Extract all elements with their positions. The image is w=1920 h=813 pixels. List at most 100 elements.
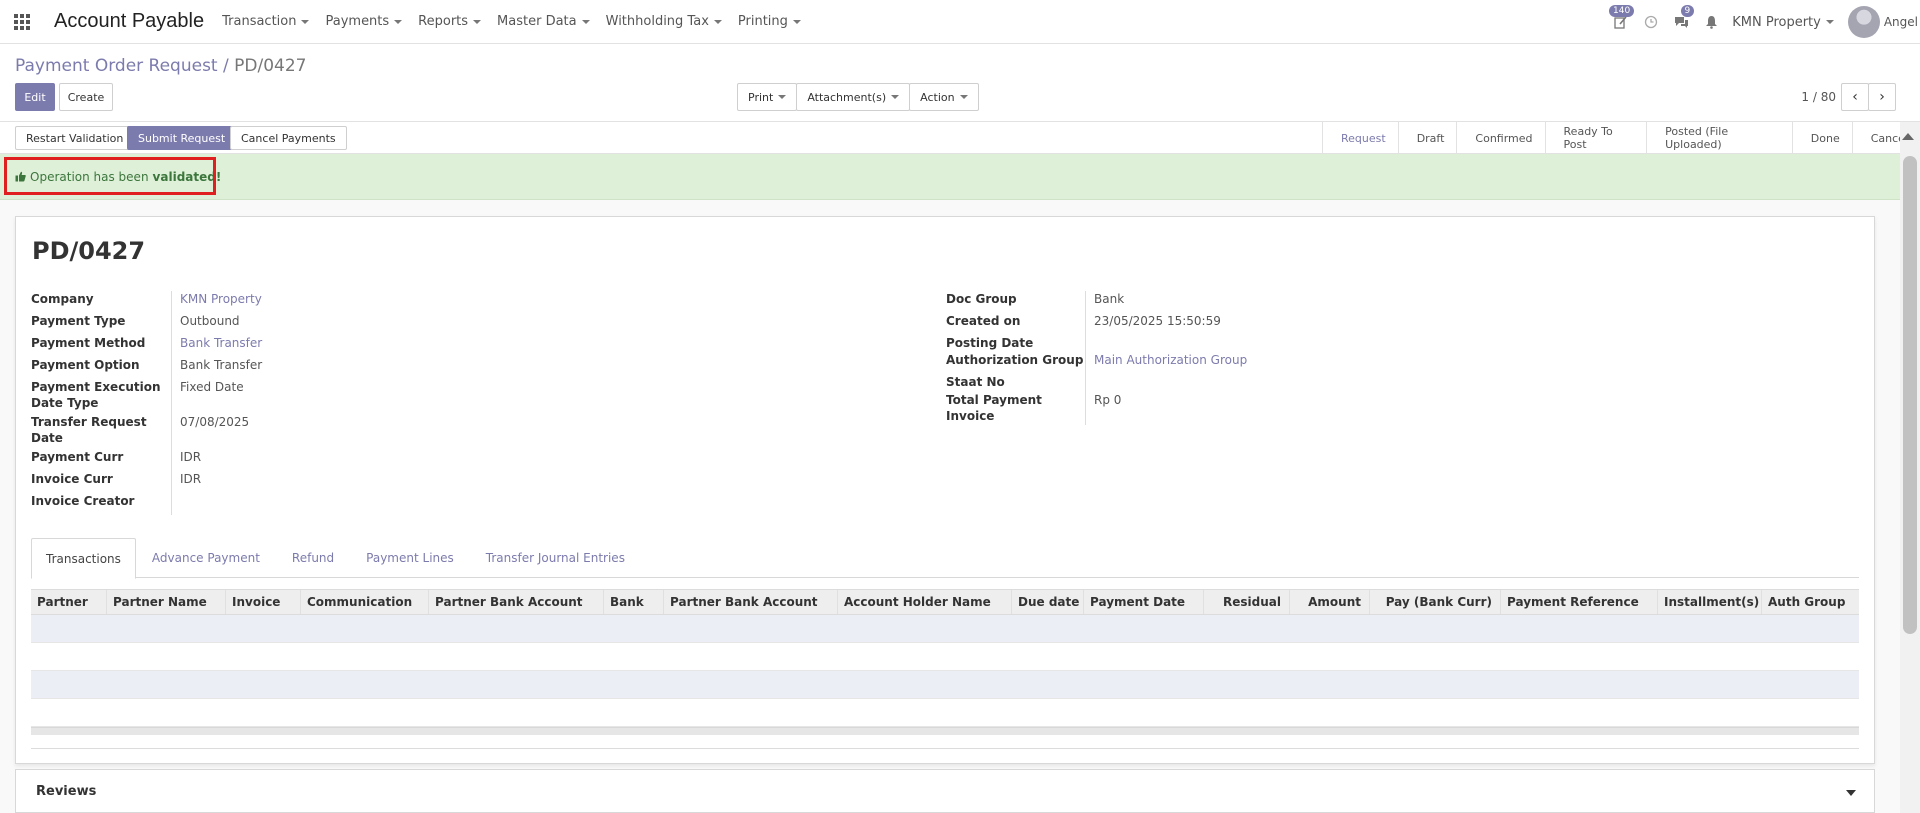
pager: 1 / 80 ‹ › [1801, 83, 1896, 111]
tab-advance-payment[interactable]: Advance Payment [136, 538, 276, 578]
field-invoice-creator: Invoice Creator [31, 493, 751, 515]
reviews-section[interactable]: Reviews [15, 769, 1875, 813]
menu-transaction[interactable]: Transaction [222, 14, 309, 29]
field-label: Posting Date [946, 335, 1086, 352]
messages-button[interactable]: 9 [1666, 0, 1696, 44]
reviews-title: Reviews [36, 783, 97, 799]
table-row[interactable] [31, 643, 1859, 671]
form-sheet: PD/0427 Company KMN Property Payment Typ… [15, 216, 1875, 764]
column-header[interactable]: Installment(s) [1658, 590, 1762, 614]
column-header[interactable]: Payment Date [1084, 590, 1204, 614]
menu-printing[interactable]: Printing [738, 14, 801, 29]
table-row[interactable] [31, 671, 1859, 699]
tab-transfer-journal-entries[interactable]: Transfer Journal Entries [470, 538, 641, 578]
notebook-tabs: Transactions Advance Payment Refund Paym… [31, 538, 1859, 579]
print-dropdown[interactable]: Print [737, 83, 798, 111]
column-header[interactable]: Partner Bank Account [429, 590, 604, 614]
column-header[interactable]: Partner Bank Account [664, 590, 838, 614]
activity-edit-button[interactable]: 140 [1606, 0, 1636, 44]
notifications-button[interactable] [1696, 0, 1726, 44]
column-header[interactable]: Invoice [226, 590, 301, 614]
column-header[interactable]: Partner [31, 590, 107, 614]
column-header[interactable]: Account Holder Name [838, 590, 1012, 614]
table-row[interactable] [31, 615, 1859, 643]
column-header[interactable]: Residual [1204, 590, 1290, 614]
timer-button[interactable] [1636, 0, 1666, 44]
breadcrumb: Payment Order Request / PD/0427 [15, 56, 307, 76]
breadcrumb-separator: / [223, 56, 229, 76]
pager-next-button[interactable]: › [1868, 83, 1896, 111]
chevron-down-icon[interactable] [1846, 790, 1856, 796]
field-transfer-request-date: Transfer Request Date 07/08/2025 [31, 414, 751, 449]
table-row[interactable] [31, 699, 1859, 727]
pager-value[interactable]: 1 / 80 [1801, 90, 1836, 104]
pager-previous-button[interactable]: ‹ [1841, 83, 1869, 111]
tab-payment-lines[interactable]: Payment Lines [350, 538, 470, 578]
column-header[interactable]: Auth Group [1762, 590, 1859, 614]
company-switcher[interactable]: KMN Property [1732, 15, 1834, 30]
field-authorization-group: Authorization Group Main Authorization G… [946, 352, 1646, 374]
create-button[interactable]: Create [59, 83, 113, 111]
field-total-payment-invoice: Total Payment Invoice Rp 0 [946, 392, 1646, 425]
scroll-up-arrow-icon[interactable] [1902, 133, 1914, 140]
app-brand: Account Payable [54, 10, 205, 32]
table-header: Partner Partner Name Invoice Communicati… [31, 589, 1859, 615]
stage-request[interactable]: Request [1322, 122, 1398, 154]
authorization-group-value-link[interactable]: Main Authorization Group [1086, 352, 1247, 374]
action-dropdown[interactable]: Action [909, 83, 979, 111]
submit-request-button[interactable]: Submit Request [127, 126, 237, 150]
document-title: PD/0427 [32, 237, 146, 265]
stage-ready-to-post[interactable]: Ready To Post [1544, 122, 1647, 154]
edit-button[interactable]: Edit [15, 83, 55, 111]
user-name[interactable]: Angel [1884, 15, 1918, 29]
menu-master-data[interactable]: Master Data [497, 14, 590, 29]
tab-refund[interactable]: Refund [276, 538, 350, 578]
company-value-link[interactable]: KMN Property [172, 291, 262, 313]
form-right-group: Doc Group Bank Created on 23/05/2025 15:… [946, 291, 1646, 425]
tab-transactions[interactable]: Transactions [31, 538, 136, 579]
field-value: Outbound [180, 314, 240, 328]
scrollbar-thumb[interactable] [1903, 156, 1917, 634]
table-footer [31, 727, 1859, 735]
activity-count-badge: 140 [1609, 5, 1635, 17]
field-label: Total Payment Invoice [946, 392, 1086, 425]
field-label: Invoice Curr [31, 471, 172, 493]
clock-icon [1645, 15, 1658, 29]
field-value [1086, 335, 1094, 352]
field-label: Payment Option [31, 357, 172, 379]
field-label: Authorization Group [946, 352, 1086, 374]
transactions-table: Partner Partner Name Invoice Communicati… [31, 589, 1859, 749]
restart-validation-button[interactable]: Restart Validation [15, 126, 135, 150]
field-label: Payment Type [31, 313, 172, 335]
apps-menu-button[interactable] [0, 0, 44, 44]
menu-withholding-tax[interactable]: Withholding Tax [606, 14, 722, 29]
column-header[interactable]: Partner Name [107, 590, 226, 614]
column-header[interactable]: Communication [301, 590, 429, 614]
bell-icon [1705, 16, 1717, 29]
column-header[interactable]: Bank [604, 590, 664, 614]
column-header[interactable]: Amount [1290, 590, 1370, 614]
field-label: Created on [946, 313, 1086, 335]
stage-confirmed[interactable]: Confirmed [1456, 122, 1544, 154]
menu-payments[interactable]: Payments [325, 14, 402, 29]
field-value: 07/08/2025 [180, 415, 250, 429]
column-header[interactable]: Payment Reference [1501, 590, 1658, 614]
field-company: Company KMN Property [31, 291, 751, 313]
user-avatar[interactable] [1847, 6, 1880, 38]
cancel-payments-button[interactable]: Cancel Payments [230, 126, 347, 150]
field-value: Fixed Date [180, 380, 244, 394]
field-value [1086, 374, 1094, 392]
field-label: Invoice Creator [31, 493, 172, 515]
menu-reports[interactable]: Reports [418, 14, 481, 29]
field-value: Bank Transfer [180, 358, 263, 372]
stage-draft[interactable]: Draft [1397, 122, 1457, 154]
payment-method-value-link[interactable]: Bank Transfer [172, 335, 262, 357]
column-header[interactable]: Due date [1012, 590, 1084, 614]
attachments-dropdown[interactable]: Attachment(s) [796, 83, 911, 111]
stage-posted[interactable]: Posted (File Uploaded) [1646, 122, 1792, 154]
field-value: IDR [180, 472, 202, 486]
breadcrumb-parent[interactable]: Payment Order Request [15, 56, 218, 76]
field-value [172, 493, 180, 515]
column-header[interactable]: Pay (Bank Curr) [1370, 590, 1501, 614]
stage-done[interactable]: Done [1791, 122, 1852, 154]
